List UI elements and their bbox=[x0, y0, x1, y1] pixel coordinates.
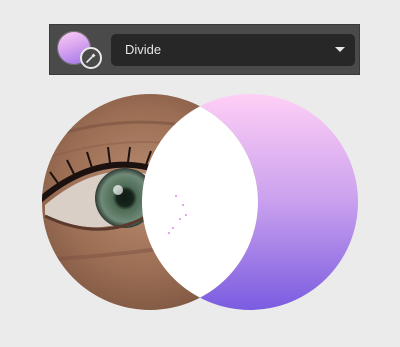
blend-preview bbox=[42, 94, 358, 310]
